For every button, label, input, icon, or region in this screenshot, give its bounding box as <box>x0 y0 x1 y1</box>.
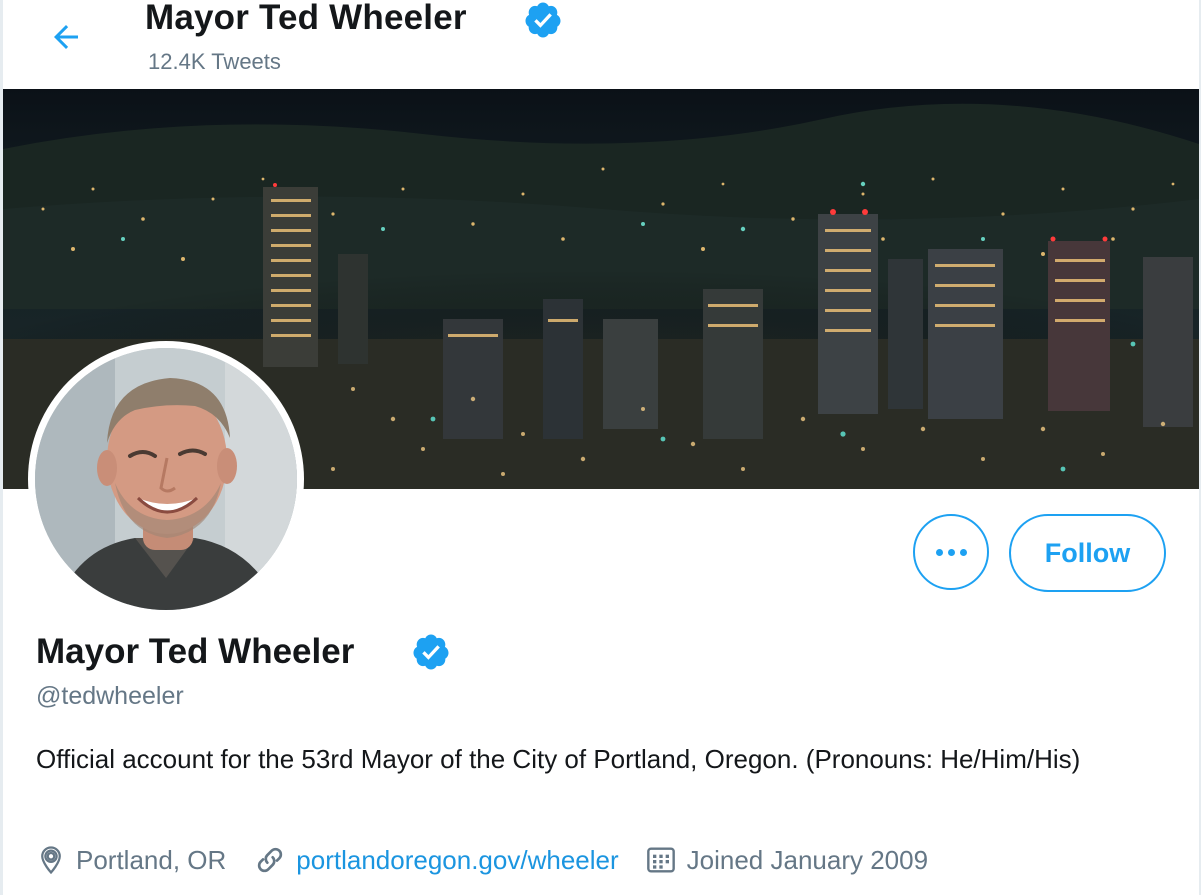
avatar[interactable] <box>28 341 304 617</box>
verified-badge-icon <box>525 2 561 38</box>
profile-name: Mayor Ted Wheeler <box>36 632 355 671</box>
tweet-count: 12.4K Tweets <box>148 49 281 74</box>
arrow-left-icon <box>54 25 78 49</box>
location-text: Portland, OR <box>76 844 227 875</box>
more-options-button[interactable] <box>913 514 989 590</box>
website-item[interactable]: portlandoregon.gov/wheeler <box>254 844 619 876</box>
header-title: Mayor Ted Wheeler <box>145 0 467 37</box>
profile-bio: Official account for the 53rd Mayor of t… <box>36 744 1081 774</box>
more-dots-icon <box>935 548 967 556</box>
location-pin-icon <box>41 846 61 875</box>
profile-meta: Portland, OR portlandoregon.gov/wheeler … <box>36 838 928 882</box>
back-button[interactable] <box>41 12 91 62</box>
profile-handle: @tedwheeler <box>36 682 184 710</box>
joined-item: Joined January 2009 <box>645 844 928 876</box>
location-item: Portland, OR <box>36 845 226 876</box>
avatar-photo <box>35 348 297 610</box>
verified-badge-icon <box>413 634 449 670</box>
profile-page: Mayor Ted Wheeler 12.4K Tweets Follow Ma… <box>0 0 1201 895</box>
link-icon <box>258 847 283 873</box>
profile-photo-image <box>35 348 297 610</box>
calendar-icon <box>646 847 675 873</box>
joined-text: Joined January 2009 <box>686 844 929 875</box>
follow-button[interactable]: Follow <box>1009 514 1166 592</box>
website-link[interactable]: portlandoregon.gov/wheeler <box>296 845 618 876</box>
